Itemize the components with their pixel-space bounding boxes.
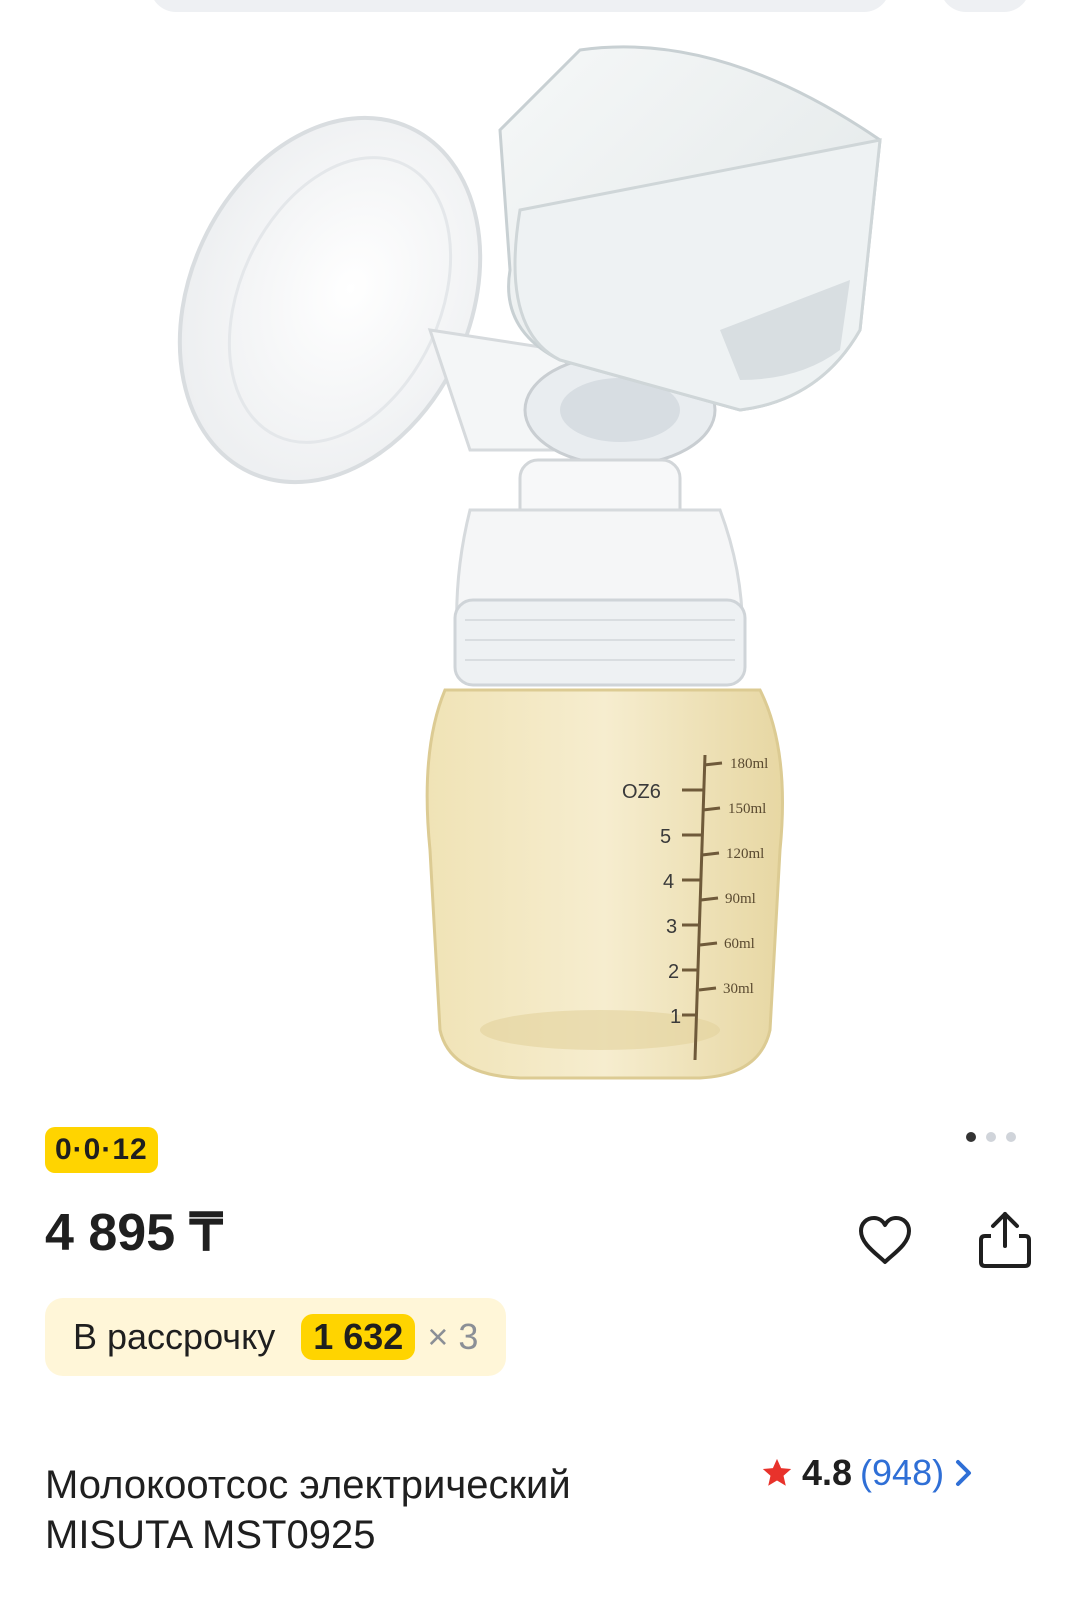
share-button[interactable] [970, 1205, 1040, 1275]
installment-offer[interactable]: В рассрочку 1 632 × 3 [45, 1298, 507, 1376]
gallery-dot[interactable] [986, 1132, 996, 1142]
product-title: Молокоотсос электрический MISUTA MST0925 [45, 1460, 725, 1560]
share-icon [979, 1212, 1031, 1268]
installment-amount: 1 632 [301, 1314, 416, 1360]
gallery-dot-active[interactable] [966, 1132, 976, 1142]
rating-value: 4.8 [802, 1452, 853, 1493]
star-icon [762, 1458, 792, 1486]
search-bar[interactable] [150, 0, 890, 12]
product-image [177, 45, 882, 1080]
gallery-dot[interactable] [1006, 1132, 1016, 1142]
favorite-button[interactable] [850, 1205, 920, 1275]
product-title-line2: MISUTA MST0925 [45, 1513, 376, 1557]
top-action-button[interactable] [940, 0, 1030, 12]
heart-icon [859, 1216, 911, 1264]
price-actions [850, 1205, 1040, 1275]
rating-count: (948) [860, 1452, 945, 1493]
installment-label: В рассрочку [73, 1316, 276, 1357]
chevron-right-icon [956, 1460, 972, 1486]
rating-link[interactable]: 4.8 (948) [760, 1452, 976, 1494]
gallery-pagination [966, 1132, 1016, 1142]
product-price: 4 895 ₸ [45, 1204, 223, 1262]
installment-code-badge: 0·0·12 [45, 1127, 158, 1173]
installment-multiplier: × 3 [427, 1316, 479, 1357]
product-title-line1: Молокоотсос электрический [45, 1463, 571, 1507]
product-image-gallery[interactable]: OZ6 5 4 3 2 1 180ml 150ml 120ml 90ml 60m… [0, 30, 1080, 1100]
